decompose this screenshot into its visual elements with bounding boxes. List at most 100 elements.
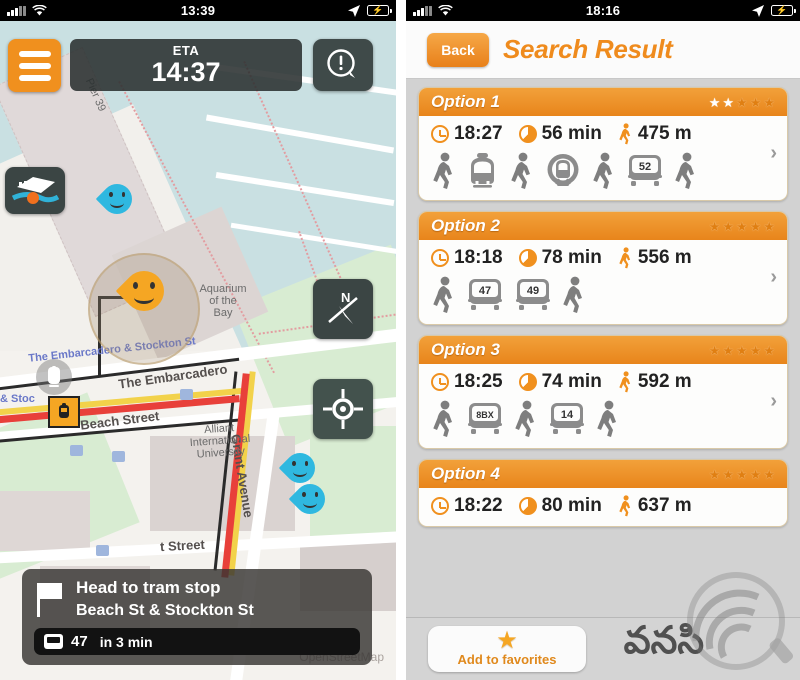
duration-value: 78 min <box>541 247 602 268</box>
pedestrian-icon <box>619 247 630 269</box>
mode-bus: 14 <box>547 400 587 438</box>
departure-time: 18:25 <box>454 371 503 392</box>
battery-charging-icon: ⚡ <box>367 5 392 16</box>
mode-bus: 52 <box>625 152 665 190</box>
option-card[interactable]: Option 2 ★ ★ ★ ★ ★ 18:18 78 min 556 m 47 49 › <box>418 211 788 325</box>
rating-star: ★ <box>749 466 762 482</box>
bus-stop-marker[interactable] <box>112 451 125 462</box>
add-to-favorites-button[interactable]: ★ Add to favorites <box>428 626 586 672</box>
rating-star: ★ <box>708 466 721 482</box>
hamburger-bar-icon <box>18 62 51 69</box>
rating-star: ★ <box>763 342 775 358</box>
departure-time: 18:22 <box>454 495 503 516</box>
flag-icon <box>34 581 64 617</box>
menu-button[interactable] <box>8 39 61 92</box>
walk-icon <box>433 400 452 437</box>
mode-walk <box>431 276 457 314</box>
panel-divider <box>396 0 406 680</box>
next-departure-bar: 47 in 3 min <box>34 628 360 655</box>
walk-icon <box>511 152 530 189</box>
navigation-bar: Back Search Result <box>406 21 800 79</box>
map-canvas[interactable]: Pier 39 Aquarium of the Bay The Embarcad… <box>0 21 396 680</box>
duration-metric: 74 min <box>518 371 602 393</box>
rating-star: ★ <box>736 466 748 482</box>
locate-button[interactable] <box>313 379 373 439</box>
pie-clock-icon <box>518 125 537 143</box>
departure-metric: 18:22 <box>431 495 503 517</box>
walk-distance-metric: 637 m <box>618 495 692 517</box>
chevron-right-icon[interactable]: › <box>770 142 777 165</box>
option-title: Option 4 <box>431 464 500 483</box>
rating-star: ★ <box>749 342 762 358</box>
rating-star: ★ <box>763 94 775 110</box>
mode-metro <box>543 151 583 191</box>
back-button[interactable]: Back <box>418 32 489 67</box>
bus-stop-marker[interactable] <box>180 389 193 400</box>
mode-walk <box>431 400 457 438</box>
rating-star: ★ <box>722 94 735 110</box>
next-departure-time: in 3 min <box>99 633 153 650</box>
duration-metric: 56 min <box>518 123 602 145</box>
tram-station-marker[interactable] <box>36 359 72 395</box>
clock-icon <box>431 373 449 391</box>
eta-panel: ETA 14:37 <box>70 39 302 91</box>
option-title: Option 1 <box>431 92 500 111</box>
departure-metric: 18:27 <box>431 123 503 145</box>
option-rating: ★ ★ ★ ★ ★ <box>709 344 775 357</box>
status-bar-clock: 13:39 <box>180 3 216 18</box>
bus-icon: 49 <box>516 279 550 310</box>
departure-time: 18:27 <box>454 123 503 144</box>
hamburger-bar-icon <box>18 50 51 57</box>
map-pin-face <box>102 184 132 214</box>
option-header: Option 1 ★ ★ ★ ★ ★ <box>419 88 787 116</box>
map-pin-smiley-blue[interactable] <box>288 477 332 524</box>
bus-stop-marker[interactable] <box>96 545 109 556</box>
option-header: Option 3 ★ ★ ★ ★ ★ <box>419 336 787 364</box>
option-card[interactable]: Option 1 ★ ★ ★ ★ ★ 18:27 56 min 475 m 52 › <box>418 87 788 201</box>
mode-tram <box>465 152 501 190</box>
departure-time: 18:18 <box>454 247 503 268</box>
departure-metric: 18:18 <box>431 247 503 269</box>
bus-stop-marker[interactable] <box>70 445 83 456</box>
map-pin-smiley-blue[interactable] <box>95 177 139 224</box>
option-rating: ★ ★ ★ ★ ★ <box>709 468 775 481</box>
walk-distance-value: 475 m <box>637 123 692 144</box>
options-list: Option 1 ★ ★ ★ ★ ★ 18:27 56 min 475 m 52 › Option 2… <box>406 79 800 527</box>
option-card[interactable]: Option 3 ★ ★ ★ ★ ★ 18:25 74 min 592 m 8BX 14 › <box>418 335 788 449</box>
tram-stop-marker[interactable] <box>48 396 80 428</box>
chevron-right-icon[interactable]: › <box>770 266 777 289</box>
next-departure-line: 47 <box>71 633 88 650</box>
map-pin-face <box>285 453 315 483</box>
option-metrics: 18:22 80 min 637 m <box>431 495 775 517</box>
map-layers-button[interactable] <box>5 167 65 214</box>
option-rating: ★ ★ ★ ★ ★ <box>709 220 775 233</box>
option-rating: ★ ★ ★ ★ ★ <box>709 96 775 109</box>
bus-line-number: 49 <box>527 285 539 297</box>
clock-icon <box>431 497 449 515</box>
option-header: Option 4 ★ ★ ★ ★ ★ <box>419 460 787 488</box>
option-card[interactable]: Option 4 ★ ★ ★ ★ ★ 18:22 80 min 637 m <box>418 459 788 527</box>
option-body: 18:25 74 min 592 m 8BX 14 <box>419 364 787 448</box>
mode-walk <box>673 152 699 190</box>
dual-screenshot: 13:39 ⚡ Pier 39 Aquarium of the Bay The … <box>0 0 800 680</box>
alert-bubble-icon <box>327 49 355 78</box>
bus-icon: 14 <box>550 403 584 434</box>
compass-button[interactable]: N <box>313 279 373 339</box>
pie-clock-icon <box>518 249 537 267</box>
option-mode-sequence: 52 <box>431 151 775 191</box>
map-pin-smiley-orange[interactable] <box>115 262 173 323</box>
guidance-panel[interactable]: Head to tram stop Beach St & Stockton St… <box>22 569 372 665</box>
clock-icon <box>431 249 449 267</box>
chevron-right-icon[interactable]: › <box>770 390 777 413</box>
bus-icon: 52 <box>628 155 662 186</box>
duration-metric: 80 min <box>518 495 602 517</box>
mode-walk <box>509 152 535 190</box>
back-button-label: Back <box>427 32 489 67</box>
alert-button[interactable] <box>313 39 373 91</box>
rating-star: ★ <box>763 218 775 234</box>
add-to-favorites-label: Add to favorites <box>457 652 557 667</box>
option-metrics: 18:18 78 min 556 m <box>431 247 775 269</box>
smiley-smile-icon <box>134 291 154 304</box>
pie-clock-icon <box>518 497 537 515</box>
pie-clock-icon <box>518 373 537 391</box>
